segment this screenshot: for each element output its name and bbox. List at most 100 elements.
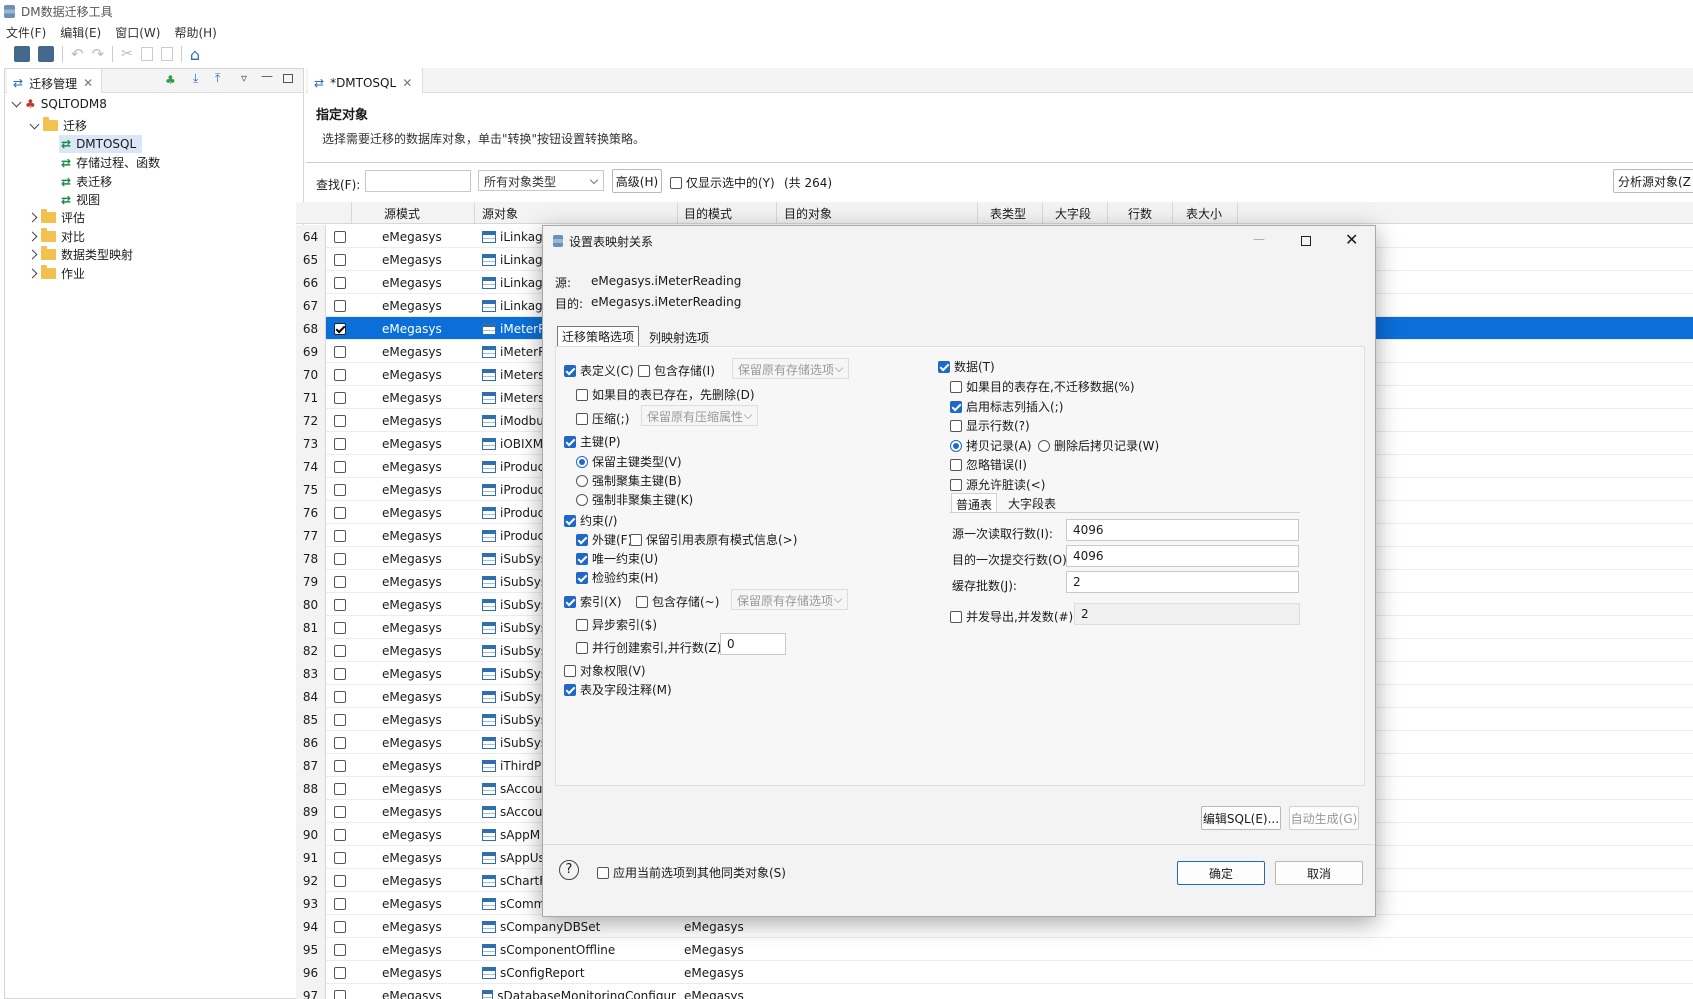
row-checkbox[interactable] — [334, 828, 346, 841]
close-icon[interactable]: ✕ — [402, 76, 412, 90]
tab-column-mapping[interactable]: 列映射选项 — [647, 329, 711, 347]
find-input[interactable] — [365, 170, 471, 192]
delete-then-copy-radio[interactable] — [1038, 439, 1050, 452]
ignore-errors-checkbox[interactable] — [950, 458, 962, 471]
row-checkbox[interactable] — [334, 391, 346, 404]
storage-select[interactable]: 保留原有存储选项 — [732, 358, 849, 379]
row-select-cell[interactable] — [334, 731, 346, 754]
unique-checkbox[interactable] — [576, 552, 588, 565]
only-selected-option[interactable]: 仅显示选中的(Y) — [670, 174, 775, 191]
advanced-button[interactable]: 高级(H) — [612, 169, 662, 193]
tree-item-table-migration[interactable]: ⇄ 表迁移 — [61, 173, 112, 190]
undo-icon[interactable]: ↶ — [71, 45, 84, 63]
dirty-read-option[interactable]: 源允许脏读(<) — [950, 476, 1045, 493]
drop-if-exists-checkbox[interactable] — [576, 388, 588, 401]
paste-icon[interactable] — [160, 47, 173, 61]
check-checkbox[interactable] — [576, 571, 588, 584]
row-checkbox[interactable] — [334, 759, 346, 772]
only-selected-checkbox[interactable] — [670, 176, 682, 189]
drop-if-exists-option[interactable]: 如果目的表已存在，先删除(D) — [576, 386, 755, 403]
table-row[interactable]: 95 eMegasys sComponentOffline eMegasys — [296, 938, 1693, 961]
menu-help[interactable]: 帮助(H) — [174, 24, 216, 41]
row-checkbox[interactable] — [334, 667, 346, 680]
pk-cluster-option[interactable]: 强制聚集主键(B) — [576, 472, 682, 489]
pk-noncluster-radio[interactable] — [576, 493, 588, 506]
show-rows-checkbox[interactable] — [950, 419, 962, 432]
row-select-cell[interactable] — [334, 363, 346, 386]
copy-icon[interactable] — [140, 47, 153, 61]
pk-keep-radio[interactable] — [576, 455, 588, 468]
row-select-cell[interactable] — [334, 639, 346, 662]
row-checkbox[interactable] — [334, 322, 346, 335]
col-source-object[interactable]: 源对象 — [482, 202, 642, 224]
minimize-icon[interactable]: — — [261, 69, 273, 83]
row-checkbox[interactable] — [334, 713, 346, 726]
obj-priv-option[interactable]: 对象权限(V) — [564, 662, 646, 679]
save-icon[interactable] — [14, 46, 30, 62]
index-storage-checkbox[interactable] — [636, 595, 648, 608]
row-select-cell[interactable] — [334, 846, 346, 869]
row-select-cell[interactable] — [334, 915, 346, 938]
row-checkbox[interactable] — [334, 345, 346, 358]
async-index-option[interactable]: 异步索引($) — [576, 616, 657, 633]
col-dest-schema[interactable]: 目的模式 — [684, 202, 774, 224]
row-checkbox[interactable] — [334, 989, 346, 999]
subtab-lob[interactable]: 大字段表 — [1004, 495, 1060, 512]
constraint-checkbox[interactable] — [564, 514, 576, 527]
unique-option[interactable]: 唯一约束(U) — [576, 550, 658, 567]
row-select-cell[interactable] — [334, 524, 346, 547]
row-checkbox[interactable] — [334, 483, 346, 496]
tree-root[interactable]: ♣ SQLTODM8 — [11, 97, 107, 111]
row-checkbox[interactable] — [334, 920, 346, 933]
table-def-checkbox[interactable] — [564, 364, 576, 377]
row-select-cell[interactable] — [334, 685, 346, 708]
object-type-select[interactable]: 所有对象类型 — [478, 170, 604, 191]
row-select-cell[interactable] — [334, 892, 346, 915]
compress-select[interactable]: 保留原有压缩属性 — [641, 405, 758, 426]
parallel-index-option[interactable]: 并行创建索引,并行数(Z): — [576, 639, 725, 656]
obj-priv-checkbox[interactable] — [564, 664, 576, 677]
help-icon[interactable]: ? — [559, 860, 579, 880]
close-icon[interactable]: ✕ — [83, 76, 93, 90]
apply-all-option[interactable]: 应用当前选项到其他同类对象(S) — [597, 864, 786, 881]
compress-checkbox[interactable] — [576, 412, 588, 425]
row-select-cell[interactable] — [334, 823, 346, 846]
menu-file[interactable]: 文件(F) — [6, 24, 46, 41]
compress-option[interactable]: 压缩(;) — [576, 410, 629, 427]
parallel-export-input[interactable]: 2 — [1074, 603, 1300, 625]
apply-all-checkbox[interactable] — [597, 866, 609, 879]
data-option[interactable]: 数据(T) — [938, 358, 995, 375]
row-select-cell[interactable] — [334, 708, 346, 731]
row-select-cell[interactable] — [334, 547, 346, 570]
table-row[interactable]: 96 eMegasys sConfigReport eMegasys — [296, 961, 1693, 984]
tree-item-procedures[interactable]: ⇄ 存储过程、函数 — [61, 154, 160, 171]
tree-folder-migration[interactable]: 迁移 — [29, 117, 87, 134]
row-checkbox[interactable] — [334, 805, 346, 818]
col-rows[interactable]: 行数 — [1128, 202, 1168, 224]
row-checkbox[interactable] — [334, 943, 346, 956]
row-select-cell[interactable] — [334, 501, 346, 524]
tree-folder-jobs[interactable]: 作业 — [27, 265, 85, 282]
keep-ref-schema-checkbox[interactable] — [630, 533, 642, 546]
show-rows-option[interactable]: 显示行数(?) — [950, 417, 1030, 434]
pk-noncluster-option[interactable]: 强制非聚集主键(K) — [576, 491, 693, 508]
row-checkbox[interactable] — [334, 598, 346, 611]
row-select-cell[interactable] — [334, 984, 346, 999]
tab-dmtosql[interactable]: ⇄ *DMTOSQL ✕ — [308, 68, 424, 93]
parallel-index-checkbox[interactable] — [576, 641, 588, 654]
row-select-cell[interactable] — [334, 616, 346, 639]
commit-rows-input[interactable]: 4096 — [1066, 545, 1299, 567]
row-checkbox[interactable] — [334, 644, 346, 657]
import-icon[interactable]: ⤓ — [193, 71, 198, 86]
tab-strategy[interactable]: 迁移策略选项 — [557, 326, 640, 346]
index-option[interactable]: 索引(X) — [564, 593, 622, 610]
cut-icon[interactable]: ✂ — [121, 46, 133, 62]
connection-icon[interactable]: ♣ — [165, 73, 176, 87]
row-select-cell[interactable] — [334, 777, 346, 800]
row-checkbox[interactable] — [334, 552, 346, 565]
row-checkbox[interactable] — [334, 851, 346, 864]
row-checkbox[interactable] — [334, 575, 346, 588]
chevron-right-icon[interactable] — [27, 231, 38, 242]
constraint-option[interactable]: 约束(/) — [564, 512, 617, 529]
table-row[interactable]: 97 eMegasys sDatabaseMonitoringConfigur eMe… — [296, 984, 1693, 999]
